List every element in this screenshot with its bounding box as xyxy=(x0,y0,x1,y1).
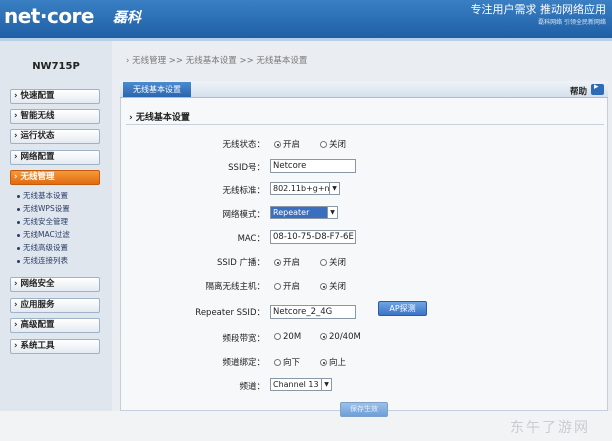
channel-bind-label: 频道绑定： xyxy=(222,358,265,368)
wireless-status-on-radio[interactable]: 开启 xyxy=(274,138,300,150)
sidebar-item-status[interactable]: › 运行状态 xyxy=(10,129,100,144)
wireless-submenu: 无线基本设置 无线WPS设置 无线安全管理 无线MAC过滤 无线高级设置 无线连… xyxy=(17,189,107,268)
radio-empty-icon xyxy=(274,359,281,366)
submenu-mac-filter[interactable]: 无线MAC过滤 xyxy=(17,228,107,241)
submenu-basic[interactable]: 无线基本设置 xyxy=(17,189,107,202)
channel-bind-up-radio[interactable]: 向上 xyxy=(320,356,346,368)
sidebar-item-tools[interactable]: › 系统工具 xyxy=(10,339,100,354)
repeater-ssid-input[interactable]: Netcore_2_4G xyxy=(270,305,356,319)
ssid-broadcast-label: SSID 广播： xyxy=(216,258,265,268)
section-divider xyxy=(126,124,604,125)
chevron-down-icon: ▼ xyxy=(321,379,331,390)
submenu-wps[interactable]: 无线WPS设置 xyxy=(17,202,107,215)
slogan: 专注用户需求 推动网络应用 xyxy=(470,3,607,16)
channel-select[interactable]: Channel 13 ▼ xyxy=(270,378,332,391)
brand-logo: net·core xyxy=(4,4,94,28)
repeater-ssid-label: Repeater SSID： xyxy=(195,308,265,318)
sidebar-item-security[interactable]: › 网络安全 xyxy=(10,277,100,292)
header-bar: net·core 磊科 专注用户需求 推动网络应用 磊科网络 引领全民新网络 xyxy=(0,0,612,38)
chevron-down-icon: ▼ xyxy=(327,207,337,218)
wireless-status-off-radio[interactable]: 关闭 xyxy=(320,138,346,150)
radio-selected-icon xyxy=(320,333,327,340)
submenu-client-list[interactable]: 无线连接列表 xyxy=(17,254,107,267)
ssid-broadcast-on-radio[interactable]: 开启 xyxy=(274,256,300,268)
settings-panel xyxy=(120,81,608,411)
bandwidth-2040-radio[interactable]: 20/40M xyxy=(320,332,361,342)
sidebar-item-advanced[interactable]: › 高级配置 xyxy=(10,318,100,333)
help-arrow-icon[interactable] xyxy=(591,82,604,95)
bandwidth-label: 频段带宽： xyxy=(222,334,265,344)
net-mode-select[interactable]: Repeater ▼ xyxy=(270,206,338,219)
sidebar-item-quick-setup[interactable]: › 快速配置 xyxy=(10,89,100,104)
isolate-off-radio[interactable]: 关闭 xyxy=(320,280,346,292)
radio-empty-icon xyxy=(320,141,327,148)
radio-selected-icon xyxy=(274,141,281,148)
radio-selected-icon xyxy=(274,259,281,266)
radio-empty-icon xyxy=(320,259,327,266)
sidebar-item-wireless[interactable]: › 无线管理 xyxy=(10,170,100,185)
watermark: 东午了游网 xyxy=(510,420,590,436)
brand-logo-cn: 磊科 xyxy=(113,10,141,26)
submenu-advanced[interactable]: 无线高级设置 xyxy=(17,241,107,254)
tab-wireless-basic[interactable]: 无线基本设置 xyxy=(123,82,191,97)
breadcrumb: › 无线管理 >> 无线基本设置 >> 无线基本设置 xyxy=(126,56,308,66)
isolate-label: 隔离无线主机： xyxy=(205,282,265,292)
wireless-status-label: 无线状态： xyxy=(222,140,265,150)
ap-scan-button[interactable]: AP探测 xyxy=(378,301,427,316)
sidebar-item-services[interactable]: › 应用服务 xyxy=(10,298,100,313)
isolate-on-radio[interactable]: 开启 xyxy=(274,280,300,292)
model-name: NW715P xyxy=(32,61,80,72)
standard-select[interactable]: 802.11b+g+n ▼ xyxy=(270,182,340,195)
bandwidth-20-radio[interactable]: 20M xyxy=(274,332,301,342)
save-button[interactable]: 保存生效 xyxy=(340,402,388,417)
ssid-input[interactable]: Netcore xyxy=(270,159,356,173)
sidebar-item-network[interactable]: › 网络配置 xyxy=(10,150,100,165)
mac-label: MAC： xyxy=(237,234,265,244)
channel-label: 频道： xyxy=(239,382,265,392)
sub-slogan: 磊科网络 引领全民新网络 xyxy=(538,19,606,26)
chevron-down-icon: ▼ xyxy=(329,183,339,194)
tab-bar xyxy=(120,81,608,98)
radio-selected-icon xyxy=(320,283,327,290)
mac-input[interactable]: 08-10-75-D8-F7-6E xyxy=(270,230,356,244)
radio-empty-icon xyxy=(274,283,281,290)
sidebar-item-smart-wireless[interactable]: › 智能无线 xyxy=(10,109,100,124)
channel-bind-down-radio[interactable]: 向下 xyxy=(274,356,300,368)
standard-label: 无线标准： xyxy=(222,186,265,196)
submenu-security[interactable]: 无线安全管理 xyxy=(17,215,107,228)
section-title: › 无线基本设置 xyxy=(129,113,190,123)
net-mode-label: 网络模式： xyxy=(222,210,265,220)
radio-empty-icon xyxy=(274,333,281,340)
help-link[interactable]: 帮助 xyxy=(570,85,587,97)
ssid-broadcast-off-radio[interactable]: 关闭 xyxy=(320,256,346,268)
ssid-label: SSID号： xyxy=(228,163,265,173)
radio-selected-icon xyxy=(320,359,327,366)
